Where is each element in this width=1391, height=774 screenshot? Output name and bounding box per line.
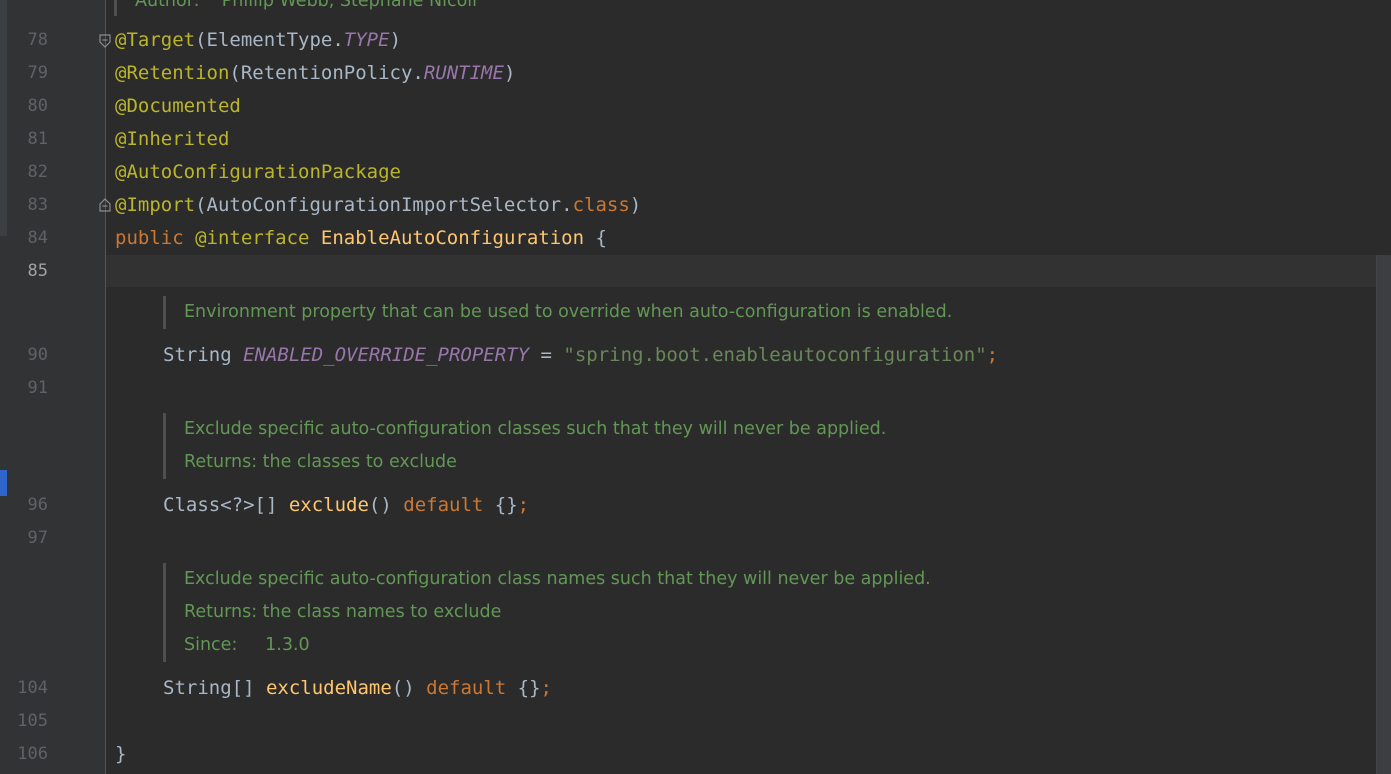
line-number: 91: [27, 378, 48, 398]
javadoc-block: Environment property that can be used to…: [163, 296, 952, 329]
line-number: 81: [27, 129, 48, 149]
constant: TYPE: [343, 29, 390, 51]
line-number: 80: [27, 96, 48, 116]
annotation: @Target: [115, 29, 196, 51]
fold-end-icon[interactable]: [99, 198, 111, 212]
code-line[interactable]: @Retention(RetentionPolicy.RUNTIME): [115, 62, 515, 84]
code-text: String[]: [163, 677, 266, 699]
line-number: 90: [27, 345, 48, 365]
annotation: @Import: [115, 194, 196, 216]
line-number: 83: [27, 195, 48, 215]
keyword: default: [403, 494, 484, 516]
annotation: @Documented: [115, 95, 241, 117]
code-line[interactable]: Class<?>[] exclude() default {};: [163, 494, 529, 516]
keyword: default: [426, 677, 507, 699]
line-number: 106: [17, 744, 48, 764]
annotation: @AutoConfigurationPackage: [115, 161, 401, 183]
code-text: (ElementType.: [195, 29, 344, 51]
code-text: =: [529, 344, 564, 366]
javadoc-line: Returns: the classes to exclude: [184, 452, 457, 472]
line-number-current: 85: [27, 261, 48, 281]
code-line[interactable]: String ENABLED_OVERRIDE_PROPERTY = "spri…: [163, 344, 998, 366]
code-line[interactable]: }: [115, 743, 126, 765]
javadoc-line: Returns: the class names to exclude: [184, 602, 502, 622]
javadoc-line: Exclude specific auto-configuration clas…: [184, 419, 887, 439]
code-line[interactable]: @AutoConfigurationPackage: [115, 161, 401, 183]
javadoc-line: Environment property that can be used to…: [184, 302, 953, 322]
annotation: @Inherited: [115, 128, 230, 150]
code-line[interactable]: String[] excludeName() default {};: [163, 677, 552, 699]
semicolon: ;: [540, 677, 552, 699]
vertical-scrollbar[interactable]: [1376, 255, 1391, 774]
code-text: String: [163, 344, 244, 366]
semicolon: ;: [517, 494, 530, 516]
javadoc-block: Exclude specific auto-configuration clas…: [163, 413, 886, 479]
line-number: 105: [17, 711, 48, 731]
code-line[interactable]: @Target(ElementType.TYPE): [115, 29, 401, 51]
caret-line-highlight: [106, 255, 1377, 287]
code-text: ): [389, 29, 402, 51]
method-name: exclude: [288, 494, 369, 516]
fold-start-icon[interactable]: [99, 34, 111, 48]
code-text: }: [115, 743, 127, 765]
string-literal: "spring.boot.enableautoconfiguration": [563, 344, 987, 366]
code-text: {}: [483, 494, 518, 516]
code-text: {}: [506, 677, 541, 699]
keyword: public: [115, 227, 184, 249]
semicolon: ;: [986, 344, 999, 366]
interface-name: EnableAutoConfiguration: [309, 227, 585, 249]
annotation-keyword: @interface: [195, 227, 310, 249]
line-number: 84: [27, 228, 48, 248]
code-line[interactable]: @Import(AutoConfigurationImportSelector.…: [115, 194, 641, 216]
code-text: Class<?>[]: [163, 494, 289, 516]
code-text: ): [629, 194, 642, 216]
tool-strip-shade: [0, 0, 7, 236]
code-text: (): [391, 677, 427, 699]
line-number: 96: [27, 495, 48, 515]
javadoc-line: Exclude specific auto-configuration clas…: [184, 569, 931, 589]
code-line[interactable]: public @interface EnableAutoConfiguratio…: [115, 227, 607, 249]
constant: RUNTIME: [423, 62, 504, 84]
code-text: ): [503, 62, 516, 84]
code-text: (RetentionPolicy.: [229, 62, 424, 84]
line-number: 79: [27, 63, 48, 83]
keyword: class: [572, 194, 630, 216]
code-text: (AutoConfigurationImportSelector.: [195, 194, 573, 216]
method-name: excludeName: [265, 677, 392, 699]
javadoc-author: Author: Phillip Webb, Stephane Nicoll: [114, 0, 477, 16]
tool-strip-active-marker[interactable]: [0, 470, 7, 496]
code-line[interactable]: @Inherited: [115, 128, 229, 150]
javadoc-line: Since: 1.3.0: [184, 635, 310, 655]
annotation: @Retention: [115, 62, 230, 84]
code-text: {: [584, 227, 607, 249]
code-line[interactable]: @Documented: [115, 95, 241, 117]
line-number: 97: [27, 528, 48, 548]
constant: ENABLED_OVERRIDE_PROPERTY: [243, 344, 530, 366]
code-text: (): [368, 494, 404, 516]
line-number: 104: [17, 678, 48, 698]
line-number: 82: [27, 162, 48, 182]
javadoc-block: Exclude specific auto-configuration clas…: [163, 563, 931, 662]
line-number: 78: [27, 30, 48, 50]
